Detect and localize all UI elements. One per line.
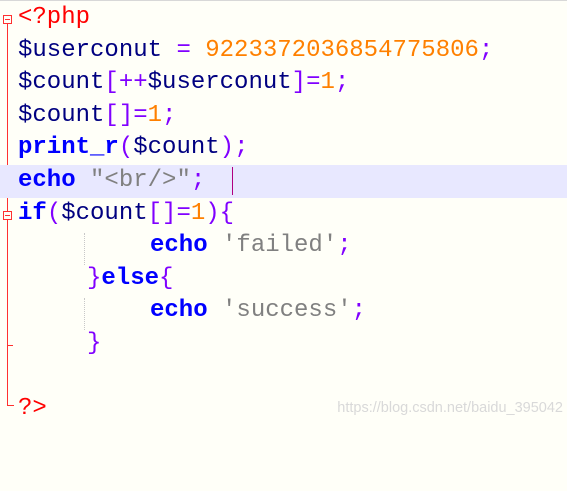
number-literal: 9223372036854775806	[205, 36, 479, 64]
variable-userconut: $userconut	[18, 36, 163, 64]
string-quote-close: "	[176, 167, 191, 194]
brace-open: {	[159, 264, 174, 292]
code-line-7[interactable]: if($count[]=1){	[0, 198, 567, 231]
variable-count: $count	[18, 101, 105, 129]
number-literal: 1	[320, 69, 335, 97]
keyword-print-r: print_r	[18, 134, 119, 162]
string-failed: 'failed'	[222, 232, 338, 260]
number-literal: 1	[190, 199, 206, 227]
empty-brackets: []	[147, 199, 177, 227]
brace-close: }	[87, 330, 102, 357]
semicolon: ;	[334, 69, 350, 97]
code-line-3[interactable]: $count[++$userconut]=1;	[0, 67, 567, 100]
keyword-else: else	[101, 264, 160, 292]
assign-operator: =	[306, 69, 321, 97]
keyword-echo: echo	[18, 167, 76, 194]
string-br: <br/>	[104, 167, 177, 194]
code-line-9[interactable]: }else{	[0, 263, 567, 296]
code-line-1[interactable]: <?php	[0, 2, 567, 35]
paren-open: (	[118, 134, 134, 162]
semicolon: ;	[478, 36, 494, 64]
paren-close: )	[205, 199, 220, 227]
semicolon: ;	[190, 167, 206, 194]
code-line-8[interactable]: echo 'failed';	[0, 230, 567, 263]
code-line-6-current[interactable]: echo "<br/>";	[0, 165, 567, 198]
bracket-open: [	[104, 69, 119, 97]
code-editor[interactable]: <?php $userconut = 9223372036854775806; …	[0, 0, 567, 424]
assign-operator: =	[133, 101, 148, 129]
code-line-12-blank[interactable]	[0, 361, 567, 394]
brace-close: }	[87, 264, 102, 292]
assign-operator: =	[176, 199, 191, 227]
paren-open: (	[46, 199, 62, 227]
semicolon: ;	[162, 101, 177, 129]
string-success: 'success'	[222, 297, 352, 325]
paren-close: )	[219, 134, 235, 162]
keyword-echo: echo	[150, 232, 208, 260]
empty-brackets: []	[104, 101, 134, 129]
variable-count: $count	[18, 69, 105, 97]
watermark: https://blog.csdn.net/baidu_395042	[337, 400, 563, 416]
code-line-10[interactable]: echo 'success';	[0, 295, 567, 328]
keyword-echo: echo	[150, 297, 208, 325]
brace-open: {	[219, 199, 235, 227]
php-open-tag: <?php	[18, 4, 91, 31]
text-caret	[232, 167, 233, 195]
code-line-11[interactable]: }	[0, 328, 567, 361]
number-literal: 1	[147, 101, 163, 129]
assign-operator: =	[176, 36, 191, 64]
php-close-tag: ?>	[18, 395, 47, 423]
increment-operator: ++	[118, 69, 148, 97]
semicolon: ;	[351, 297, 367, 325]
variable-userconut: $userconut	[147, 69, 292, 97]
variable-count: $count	[133, 134, 220, 162]
keyword-if: if	[18, 199, 47, 227]
variable-count: $count	[61, 199, 148, 227]
semicolon: ;	[234, 134, 249, 162]
code-line-4[interactable]: $count[]=1;	[0, 100, 567, 133]
string-quote-open: "	[90, 167, 105, 194]
bracket-close: ]	[291, 69, 307, 97]
code-line-2[interactable]: $userconut = 9223372036854775806;	[0, 35, 567, 68]
semicolon: ;	[337, 232, 352, 260]
code-line-5[interactable]: print_r($count);	[0, 132, 567, 165]
